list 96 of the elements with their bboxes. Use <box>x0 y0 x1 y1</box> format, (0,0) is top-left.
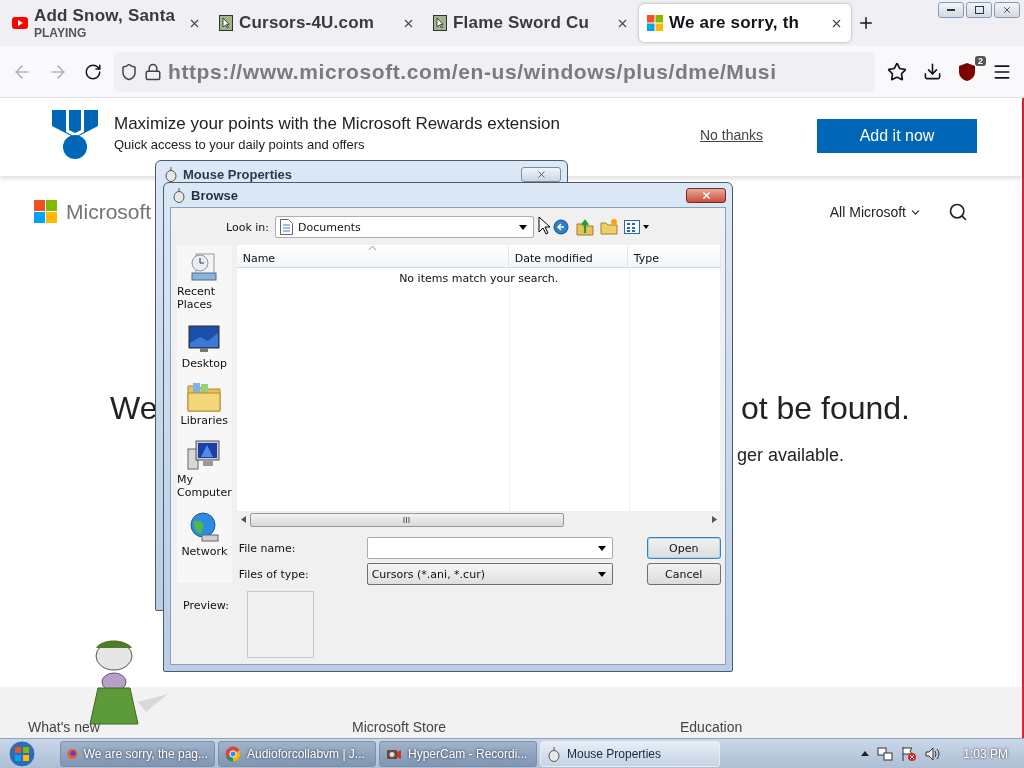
no-thanks-link[interactable]: No thanks <box>700 127 764 143</box>
tab-status: PLAYING <box>34 26 88 40</box>
shield-icon <box>958 61 976 82</box>
search-icon[interactable] <box>948 202 968 222</box>
flag-error-icon <box>901 745 918 762</box>
file-name-field[interactable] <box>366 537 613 559</box>
browser-tab[interactable]: Flame Sword Cu <box>425 4 637 42</box>
globe-icon <box>188 511 221 543</box>
minimize-button[interactable] <box>938 2 964 18</box>
look-in-label: Look in: <box>225 220 269 234</box>
scrollbar-thumb[interactable] <box>249 512 564 527</box>
clock: 1:03 PM <box>963 746 1008 761</box>
cursor-icon <box>433 15 447 31</box>
volume-icon[interactable] <box>925 745 942 762</box>
preview-label: Preview: <box>183 599 229 614</box>
column-header[interactable]: Name <box>236 245 509 267</box>
plus-icon <box>857 14 875 32</box>
dropdown-arrow-icon <box>597 571 606 577</box>
close-icon <box>1002 5 1012 15</box>
preview-box <box>246 591 314 658</box>
all-microsoft-menu[interactable]: All Microsoft <box>829 204 922 220</box>
file-type-value: Cursors (*.ani, *.cur) <box>371 567 485 581</box>
footer-heading: What's new <box>28 719 101 735</box>
empty-message: No items match your search. <box>398 272 560 285</box>
star-icon <box>887 61 907 82</box>
folder-icon <box>187 382 222 412</box>
close-button[interactable] <box>994 2 1020 18</box>
add-button[interactable]: Add it now <box>817 119 978 153</box>
tab-title: Cursors-4U.com <box>239 13 376 33</box>
banner-subtitle: Quick access to your daily points and offers <box>114 137 366 152</box>
scroll-left-icon[interactable] <box>240 516 246 523</box>
document-icon <box>280 219 293 235</box>
medal-icon <box>50 110 100 160</box>
places-item[interactable]: Libraries <box>180 382 229 427</box>
cursor-icon <box>219 15 233 31</box>
reload-icon <box>84 62 102 81</box>
maximize-icon <box>974 6 984 14</box>
browser-tab[interactable]: Add Snow, Santa PLAYING <box>4 4 209 42</box>
places-item[interactable]: Network <box>181 511 228 558</box>
dropdown-arrow-icon <box>519 224 527 230</box>
places-item[interactable]: Recent Places <box>177 251 232 311</box>
file-type-label: Files of type: <box>238 567 310 581</box>
url-text: https://www.microsoft.com/en-us/windows/plus/dme/Musi <box>168 59 777 84</box>
show-hidden-icons-button[interactable] <box>861 751 870 756</box>
tab-title: Flame Sword Cu <box>453 13 590 33</box>
places-item[interactable]: Desktop <box>181 323 228 370</box>
maximize-button[interactable] <box>966 2 992 18</box>
lock-icon <box>144 62 162 81</box>
download-icon <box>923 62 942 81</box>
footer-heading: Microsoft Store <box>352 719 448 735</box>
error-heading: We <box>110 390 158 427</box>
browser-tab[interactable]: We are sorry, th <box>639 4 851 42</box>
windows-logo-icon <box>647 15 663 31</box>
taskbar-button[interactable]: Mouse Properties <box>540 740 720 767</box>
browser-tab[interactable]: Cursors-4U.com <box>211 4 423 42</box>
close-icon <box>535 168 547 180</box>
window-title: Browse <box>191 187 238 203</box>
grip-icon <box>403 516 411 523</box>
address-bar[interactable]: https://www.microsoft.com/en-us/windows/plus/dme/Musi <box>114 51 875 92</box>
up-folder-button[interactable] <box>576 218 594 236</box>
desktop-icon <box>188 323 221 355</box>
look-in-value: Documents <box>298 220 361 234</box>
error-message: ger available. <box>736 445 844 466</box>
mouse-icon <box>547 745 561 762</box>
microsoft-logo-icon <box>34 200 58 224</box>
back-button[interactable] <box>550 217 570 237</box>
computer-icon <box>187 439 222 471</box>
mouse-icon <box>172 187 186 203</box>
dropdown-arrow-icon <box>597 545 606 551</box>
close-icon <box>700 189 712 201</box>
look-in-dropdown[interactable]: Documents <box>275 216 534 238</box>
file-type-dropdown[interactable]: Cursors (*.ani, *.cur) <box>366 563 613 585</box>
banner-title: Maximize your points with the Microsoft Rewards extension <box>114 114 561 134</box>
column-header[interactable]: Type <box>627 245 721 267</box>
file-name-label: File name: <box>238 541 297 555</box>
tab-title: Add Snow, Santa <box>34 6 177 26</box>
cancel-button[interactable]: Cancel <box>646 563 721 585</box>
extension-badge: 2 <box>975 55 986 66</box>
tab-title: We are sorry, th <box>669 13 801 33</box>
window-title: Mouse Properties <box>183 166 293 182</box>
browser-icon <box>225 745 241 762</box>
brand-name: Microsoft <box>66 200 152 224</box>
video-play-icon <box>12 17 28 29</box>
views-button[interactable] <box>624 219 650 235</box>
scroll-right-icon[interactable] <box>711 516 717 523</box>
column-header[interactable]: Date modified <box>508 245 628 267</box>
mouse-icon <box>164 166 178 182</box>
error-heading: ot be found. <box>740 390 910 427</box>
network-icon <box>877 745 894 762</box>
open-button[interactable]: Open <box>646 537 721 559</box>
minimize-icon <box>947 8 955 12</box>
shield-icon <box>120 62 138 81</box>
mouse-pointer-icon <box>538 216 550 235</box>
close-button[interactable] <box>686 187 726 203</box>
footer-heading: Education <box>680 719 744 735</box>
places-item[interactable]: My Computer <box>177 439 232 499</box>
